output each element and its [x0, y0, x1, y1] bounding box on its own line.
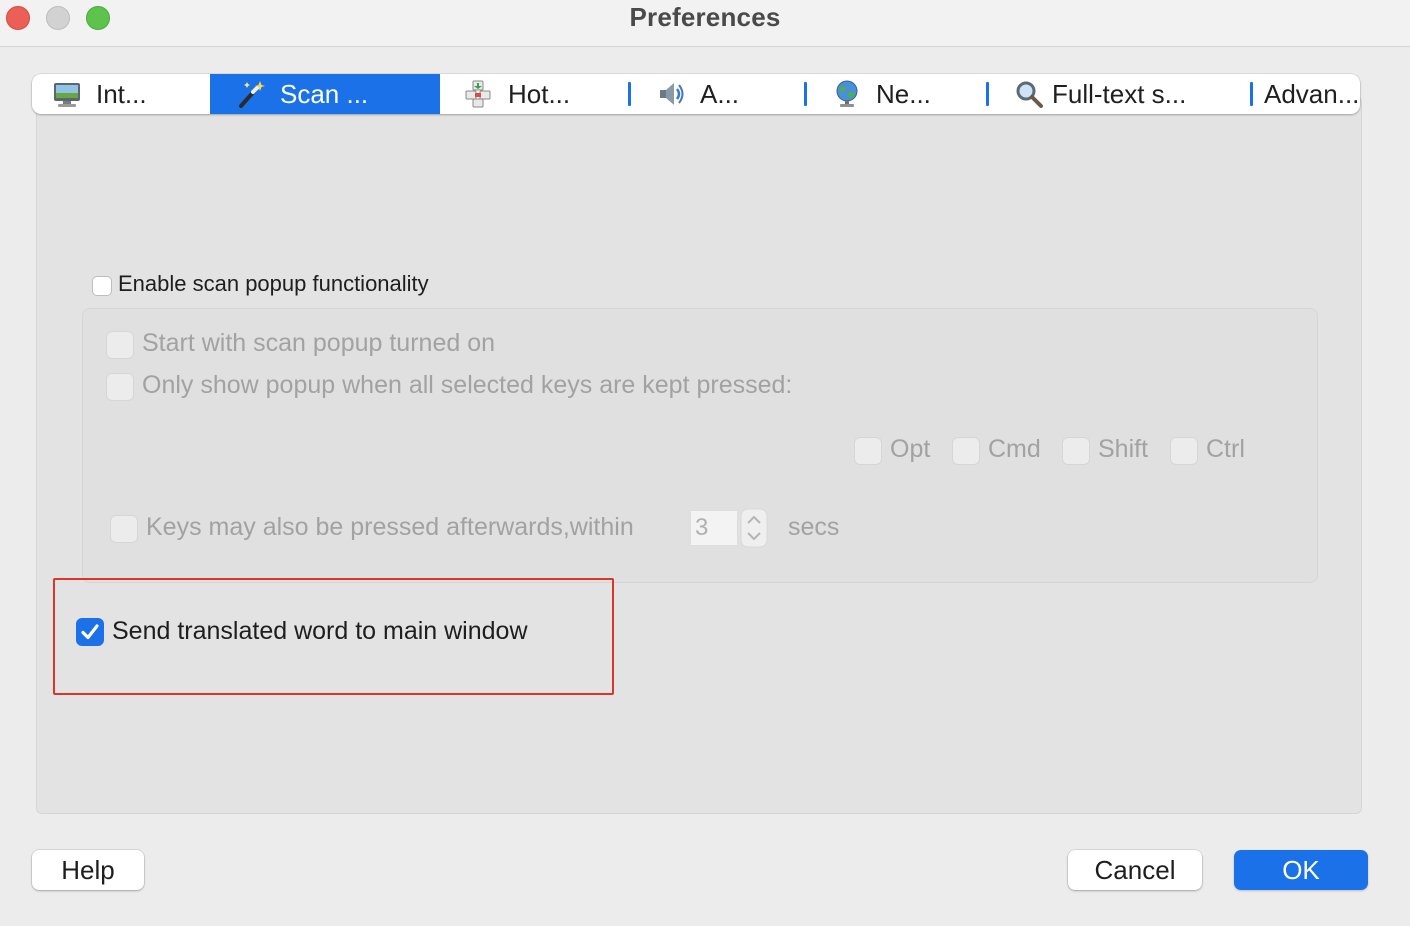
only-show-popup-label: Only show popup when all selected keys a… [142, 371, 793, 399]
tab-label: Hot... [508, 78, 571, 109]
tab-hotkeys[interactable]: Hot... [440, 74, 628, 114]
tab-separator [986, 82, 989, 106]
tab-full-text-search[interactable]: Full-text s... [992, 74, 1252, 114]
tab-scan-popup[interactable]: Scan ... [210, 74, 440, 114]
hotkeys-icon [465, 80, 491, 108]
checkmark-icon [81, 624, 99, 640]
start-with-scan-popup-label: Start with scan popup turned on [142, 329, 496, 357]
start-with-scan-popup-checkbox[interactable] [106, 331, 134, 359]
globe-icon [836, 80, 858, 107]
shift-key-label: Shift [1098, 435, 1149, 463]
help-button[interactable]: Help [32, 850, 144, 890]
ctrl-key-label: Ctrl [1206, 435, 1245, 463]
opt-key-checkbox[interactable] [854, 437, 882, 465]
cmd-key-label: Cmd [988, 435, 1041, 463]
monitor-icon [54, 83, 80, 107]
magnifier-icon [1016, 81, 1043, 108]
keys-pressed-afterwards-label: Keys may also be pressed afterwards,with… [146, 513, 634, 541]
tab-audio[interactable]: A... [634, 74, 806, 114]
tab-label: Scan ... [280, 78, 369, 109]
title-bar: Preferences [0, 0, 1410, 47]
opt-key-label: Opt [890, 435, 931, 463]
magic-wand-icon [239, 81, 265, 108]
only-show-popup-checkbox[interactable] [106, 373, 134, 401]
tab-separator [628, 82, 631, 106]
seconds-stepper[interactable] [740, 508, 768, 548]
tab-label: Advan... [1264, 78, 1360, 109]
tab-interface[interactable]: Int... [32, 74, 210, 114]
tab-strip: Int... Scan ... Hot... A... Ne... Full-t… [32, 74, 1360, 114]
window-title: Preferences [629, 2, 781, 32]
tab-label: A... [700, 78, 740, 109]
keys-pressed-afterwards-checkbox[interactable] [110, 515, 138, 543]
cancel-button[interactable]: Cancel [1068, 850, 1202, 890]
tab-separator [804, 82, 807, 106]
ok-button[interactable]: OK [1234, 850, 1368, 890]
shift-key-checkbox[interactable] [1062, 437, 1090, 465]
cmd-key-checkbox[interactable] [952, 437, 980, 465]
tab-label: Int... [96, 78, 147, 109]
speaker-icon [660, 83, 684, 105]
tab-label: Ne... [876, 78, 931, 109]
afterwards-seconds-input[interactable]: 3 [690, 510, 738, 546]
ctrl-key-checkbox[interactable] [1170, 437, 1198, 465]
tab-network[interactable]: Ne... [810, 74, 986, 114]
tab-label: Full-text s... [1052, 78, 1187, 109]
enable-scan-popup-label: Enable scan popup functionality [118, 271, 429, 296]
seconds-unit-label: secs [788, 513, 840, 541]
send-to-main-window-checkbox[interactable] [76, 618, 104, 646]
enable-scan-popup-checkbox[interactable] [92, 276, 112, 296]
send-to-main-window-label: Send translated word to main window [112, 617, 528, 645]
tab-separator [1250, 82, 1253, 106]
tab-advanced[interactable]: Advan... [1256, 74, 1360, 114]
